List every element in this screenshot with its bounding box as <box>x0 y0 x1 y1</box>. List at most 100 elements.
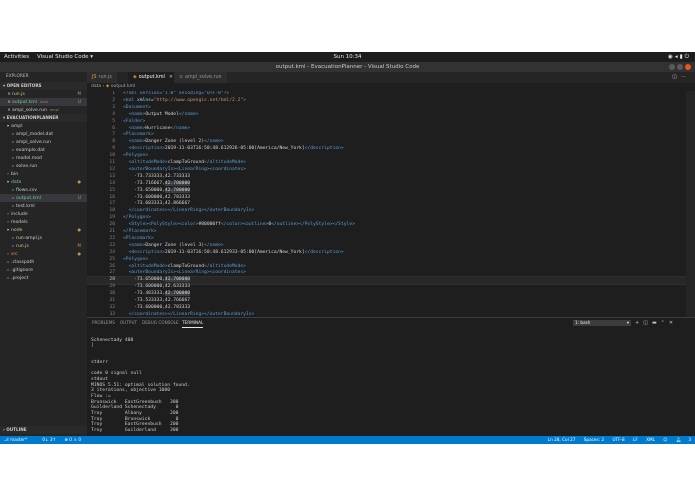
code-line[interactable]: 23 <name>Danger Zone (level 3)</name> <box>87 243 695 250</box>
smiley-icon[interactable]: ☺ <box>663 437 667 442</box>
breadcrumb-file[interactable]: output.kml <box>111 84 136 89</box>
code-token: <description> <box>128 146 165 152</box>
code-line[interactable]: 30 -73.483333,42.700000 <box>87 291 695 298</box>
code-line[interactable]: 21 </Placemark> <box>87 229 695 236</box>
maximize-button[interactable] <box>677 64 683 70</box>
tree-item[interactable]: ▾ node ● <box>0 226 87 234</box>
minimap[interactable] <box>686 91 695 317</box>
code-editor[interactable]: 1 <?xml version="1.0" encoding="UTF-8"?> 2… <box>87 91 695 317</box>
code-line[interactable]: 10 <Polygon> <box>87 153 695 160</box>
close-window-button[interactable] <box>685 64 691 70</box>
minimize-button[interactable] <box>669 64 675 70</box>
code-line[interactable]: 4 <name>Output Model</name> <box>87 112 695 119</box>
panel-tab-terminal[interactable]: TERMINAL <box>182 318 204 328</box>
tree-item[interactable]: ▫ example.dat <box>0 146 87 154</box>
tree-item[interactable]: ▫ test.kml <box>0 202 87 210</box>
code-line[interactable]: 3 <Document> <box>87 105 695 112</box>
open-editors-section[interactable]: ▾ OPEN EDITORS <box>0 82 87 90</box>
open-editor-item[interactable]: ✕run.js M <box>0 90 87 98</box>
code-line[interactable]: 9 <description>2019-11-03T16:50:48.61292… <box>87 146 695 153</box>
code-line[interactable]: 12 <outerBoundaryIs><LinearRing><coordin… <box>87 167 695 174</box>
tree-item[interactable]: ▫ output.kml U <box>0 194 87 202</box>
tab-ampl_solve-run[interactable]: ≡ ampl_solve.run <box>174 72 227 83</box>
tree-item[interactable]: ▫ solve.run <box>0 162 87 170</box>
split-terminal-icon[interactable]: ◫ <box>643 320 652 326</box>
problems-status[interactable]: ⊗ 0 ⚠ 0 <box>64 437 81 442</box>
code-token: Danger Zone (level 3) <box>145 242 205 248</box>
tree-item[interactable]: › src ● <box>0 250 87 258</box>
maximize-panel-icon[interactable]: ⌃ <box>661 320 669 326</box>
panel-tab-output[interactable]: OUTPUT <box>120 318 137 328</box>
code-token: > <box>243 97 246 103</box>
code-line[interactable]: 1 <?xml version="1.0" encoding="UTF-8"?> <box>87 91 695 98</box>
code-line[interactable]: 32 -73.600000,42.783333 <box>87 305 695 312</box>
code-line[interactable]: 22 <Placemark> <box>87 236 695 243</box>
new-terminal-icon[interactable]: + <box>635 320 643 326</box>
code-line[interactable]: 2 <kml xmlns="http://www.opengis.net/kml/… <box>87 98 695 105</box>
tree-item-label: run-ampl.js <box>16 236 42 241</box>
code-token: <altitudeMode> <box>128 160 168 165</box>
tree-item[interactable]: ▫ run.js M <box>0 242 87 250</box>
tree-item[interactable]: ▫ flows.csv <box>0 186 87 194</box>
tree-item[interactable]: › bin <box>0 170 87 178</box>
trash-icon[interactable]: ▬ <box>652 320 661 326</box>
outline-section[interactable]: › OUTLINE <box>0 426 90 434</box>
tree-item[interactable]: › include <box>0 210 87 218</box>
branch-status[interactable]: ⎇ master* <box>4 437 34 442</box>
open-editor-item[interactable]: ✕ampl_solve.run ampl <box>0 106 87 114</box>
cursor-position[interactable]: Ln 28, Col 27 <box>548 437 576 442</box>
code-token: </Placemark> <box>123 229 157 234</box>
indentation[interactable]: Spaces: 2 <box>584 437 604 442</box>
code-line[interactable]: 5 <Folder> <box>87 119 695 126</box>
line-number: 23 <box>109 242 115 248</box>
encoding[interactable]: UTF-8 <box>612 437 624 442</box>
eol[interactable]: LF <box>633 437 638 442</box>
code-line[interactable]: 14 -73.716667,42.700000 <box>87 180 695 188</box>
code-line[interactable]: 15 -73.650000,42.700000 <box>87 187 695 195</box>
panel-tab-problems[interactable]: PROBLEMS <box>92 318 115 328</box>
tree-item[interactable]: ▫ ampl_solve.run <box>0 138 87 146</box>
code-text: -73.716667,42.700000 <box>123 180 191 188</box>
code-line[interactable]: 31 -73.533333,42.766667 <box>87 298 695 305</box>
close-panel-icon[interactable]: ✕ <box>669 320 677 326</box>
language-mode[interactable]: XML <box>646 437 655 442</box>
code-line[interactable]: 6 <name>Hurricane</name> <box>87 126 695 133</box>
system-tray[interactable]: ◉◂▮⏻ <box>668 52 691 62</box>
code-line[interactable]: 18 </coordinates></LinearRing></outerBou… <box>87 208 695 215</box>
code-line[interactable]: 24 <description>2019-11-03T16:50:48.6129… <box>87 250 695 257</box>
terminal-select[interactable]: 1: bash ▾ <box>573 320 631 326</box>
bell-icon[interactable]: 🔔︎ 3 <box>676 437 691 442</box>
tree-item[interactable]: › models <box>0 218 87 226</box>
code-line[interactable]: 11 <altitudeMode>clampToGround</altitude… <box>87 160 695 167</box>
close-icon[interactable]: ✕ <box>169 75 173 80</box>
sync-status[interactable]: 0↓ 3↑ <box>42 437 56 442</box>
code-token: -73.650000, <box>123 187 165 193</box>
tree-item[interactable]: ▫ ampl_model.dat <box>0 130 87 138</box>
code-line[interactable]: 25 <Polygon> <box>87 257 695 264</box>
open-editor-item[interactable]: ✕output.kml data U <box>0 98 87 106</box>
code-token: </name> <box>170 125 191 131</box>
tree-item[interactable]: ▫ .classpath <box>0 258 87 266</box>
bottom-panel: PROBLEMS OUTPUT DEBUG CONSOLE TERMINAL 1: b… <box>87 317 695 437</box>
tree-item[interactable]: ▫ .project <box>0 274 87 282</box>
code-line[interactable]: 13 -73.733333,42.733333 <box>87 174 695 181</box>
system-clock[interactable]: Sun 10:34 <box>0 52 695 62</box>
more-actions-icon[interactable]: ⋯ <box>681 74 690 80</box>
tree-item[interactable]: ▫ .gitignore <box>0 266 87 274</box>
tab-output-kml[interactable]: ◈ output.kml ✕ <box>128 72 178 83</box>
breadcrumb-folder[interactable]: data <box>91 84 101 89</box>
project-section[interactable]: ▾ EVACUATIONPLANNER <box>0 114 87 122</box>
code-line[interactable]: 20 <Style><PolyStyle><color>#80000ff</co… <box>87 222 695 229</box>
open-editors-label: OPEN EDITORS <box>6 83 42 88</box>
tree-item[interactable]: ▾ data ● <box>0 178 87 186</box>
tree-item[interactable]: ▫ run-ampl.js <box>0 234 87 242</box>
tree-item[interactable]: ▾ ampl <box>0 122 87 130</box>
editor-actions: ◫⋯ <box>672 72 690 83</box>
split-editor-icon[interactable]: ◫ <box>672 74 681 80</box>
terminal-output[interactable]: Schenectady 400 | stderr code 0 signal null… <box>91 332 691 436</box>
code-text: -73.483333,42.700000 <box>123 291 191 298</box>
panel-tab-debug-console[interactable]: DEBUG CONSOLE <box>142 318 179 328</box>
tab-run-js[interactable]: JS run.js <box>87 72 117 83</box>
tree-item[interactable]: ▫ model.mod <box>0 154 87 162</box>
xml-icon: ◈ <box>133 75 137 80</box>
